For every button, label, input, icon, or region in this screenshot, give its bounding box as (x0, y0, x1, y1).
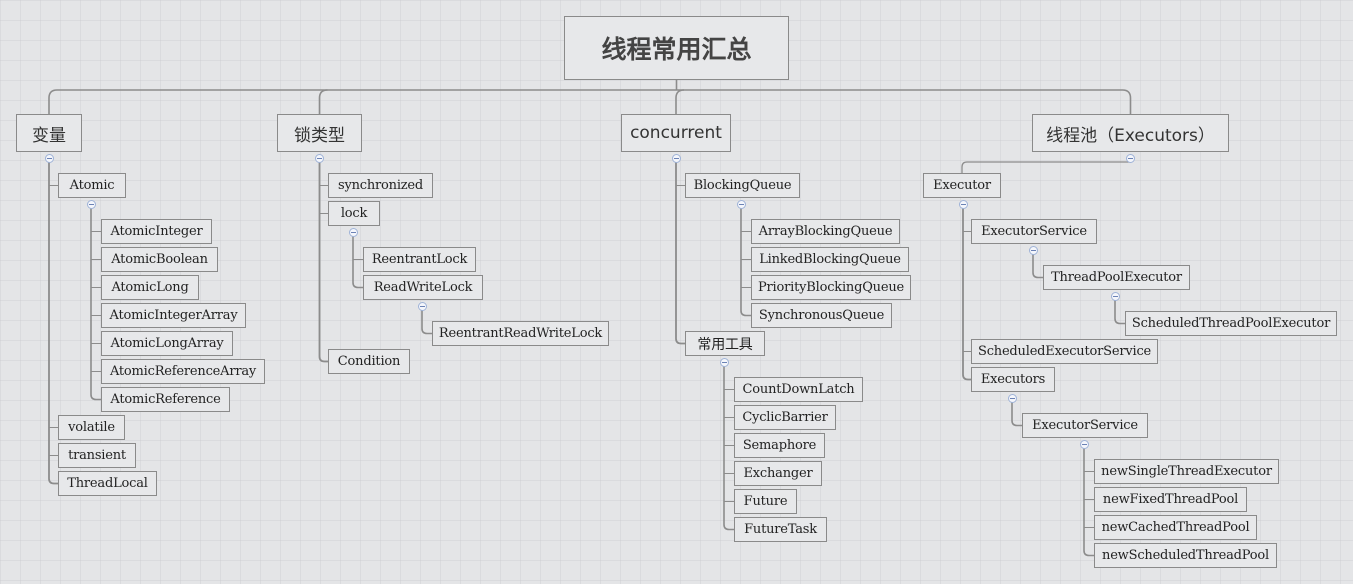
node-blocking-queue[interactable]: BlockingQueue (685, 173, 800, 198)
node-atomic-reference[interactable]: AtomicReference (101, 387, 230, 412)
root-topic[interactable]: 线程常用汇总 (564, 16, 789, 80)
node-executor[interactable]: Executor (923, 173, 1001, 198)
node-atomic-long[interactable]: AtomicLong (101, 275, 199, 300)
node-common-tools[interactable]: 常用工具 (685, 331, 765, 356)
collapse-toggle-icon[interactable] (1028, 245, 1038, 255)
node-atomic-long-array[interactable]: AtomicLongArray (101, 331, 233, 356)
collapse-toggle-icon[interactable] (1007, 393, 1017, 403)
node-synchronous-queue[interactable]: SynchronousQueue (751, 303, 892, 328)
node-new-single-thread-executor[interactable]: newSingleThreadExecutor (1094, 459, 1279, 484)
node-read-write-lock[interactable]: ReadWriteLock (363, 275, 483, 300)
node-thread-pool-executor[interactable]: ThreadPoolExecutor (1043, 265, 1190, 290)
collapse-toggle-icon[interactable] (671, 153, 681, 163)
node-future-task[interactable]: FutureTask (734, 517, 827, 542)
collapse-toggle-icon[interactable] (86, 199, 96, 209)
node-transient[interactable]: transient (58, 443, 136, 468)
node-array-blocking-queue[interactable]: ArrayBlockingQueue (751, 219, 900, 244)
node-reentrant-read-write-lock[interactable]: ReentrantReadWriteLock (432, 321, 609, 346)
collapse-toggle-icon[interactable] (315, 153, 324, 163)
collapse-toggle-icon[interactable] (958, 199, 968, 209)
branch-variables[interactable]: 变量 (16, 114, 82, 152)
connector-line (675, 89, 685, 114)
node-condition[interactable]: Condition (328, 349, 410, 374)
node-new-scheduled-thread-pool[interactable]: newScheduledThreadPool (1094, 543, 1277, 568)
connector-line (962, 204, 971, 381)
collapse-toggle-icon[interactable] (719, 357, 729, 367)
node-atomic-reference-array[interactable]: AtomicReferenceArray (101, 359, 265, 384)
node-atomic-integer-array[interactable]: AtomicIntegerArray (101, 303, 246, 328)
branch-thread-pool[interactable]: 线程池（Executors） (1032, 114, 1229, 152)
node-executor-service[interactable]: ExecutorService (971, 219, 1097, 244)
node-cyclic-barrier[interactable]: CyclicBarrier (734, 405, 836, 430)
node-lock[interactable]: lock (328, 201, 380, 226)
collapse-toggle-icon[interactable] (44, 153, 54, 163)
collapse-toggle-icon[interactable] (348, 227, 358, 237)
node-exchanger[interactable]: Exchanger (734, 461, 822, 486)
node-semaphore[interactable]: Semaphore (734, 433, 825, 458)
node-executors-executor-service[interactable]: ExecutorService (1022, 413, 1148, 438)
node-threadlocal[interactable]: ThreadLocal (58, 471, 157, 496)
node-synchronized[interactable]: synchronized (328, 173, 433, 198)
collapse-toggle-icon[interactable] (1079, 439, 1089, 449)
connector-line (961, 157, 1132, 173)
collapse-toggle-icon[interactable] (736, 199, 746, 209)
collapse-toggle-icon[interactable] (1126, 153, 1135, 163)
node-scheduled-executor-service[interactable]: ScheduledExecutorService (971, 339, 1158, 364)
node-priority-blocking-queue[interactable]: PriorityBlockingQueue (751, 275, 911, 300)
branch-concurrent[interactable]: concurrent (621, 114, 731, 152)
node-reentrant-lock[interactable]: ReentrantLock (363, 247, 476, 272)
connector-line (318, 158, 328, 363)
collapse-toggle-icon[interactable] (1110, 291, 1120, 301)
branch-lock-types[interactable]: 锁类型 (277, 114, 362, 152)
node-volatile[interactable]: volatile (58, 415, 125, 440)
node-new-cached-thread-pool[interactable]: newCachedThreadPool (1094, 515, 1257, 540)
node-scheduled-thread-pool-executor[interactable]: ScheduledThreadPoolExecutor (1125, 311, 1337, 336)
connector-line (48, 89, 1132, 114)
node-atomic-boolean[interactable]: AtomicBoolean (101, 247, 218, 272)
node-count-down-latch[interactable]: CountDownLatch (734, 377, 863, 402)
node-executors[interactable]: Executors (971, 367, 1055, 392)
connector-line (90, 204, 101, 401)
connector-line (318, 89, 328, 114)
collapse-toggle-icon[interactable] (417, 301, 427, 311)
node-future[interactable]: Future (734, 489, 797, 514)
node-linked-blocking-queue[interactable]: LinkedBlockingQueue (751, 247, 909, 272)
node-atomic-integer[interactable]: AtomicInteger (101, 219, 212, 244)
node-new-fixed-thread-pool[interactable]: newFixedThreadPool (1094, 487, 1247, 512)
node-atomic[interactable]: Atomic (58, 173, 126, 198)
connector-line (48, 158, 58, 485)
